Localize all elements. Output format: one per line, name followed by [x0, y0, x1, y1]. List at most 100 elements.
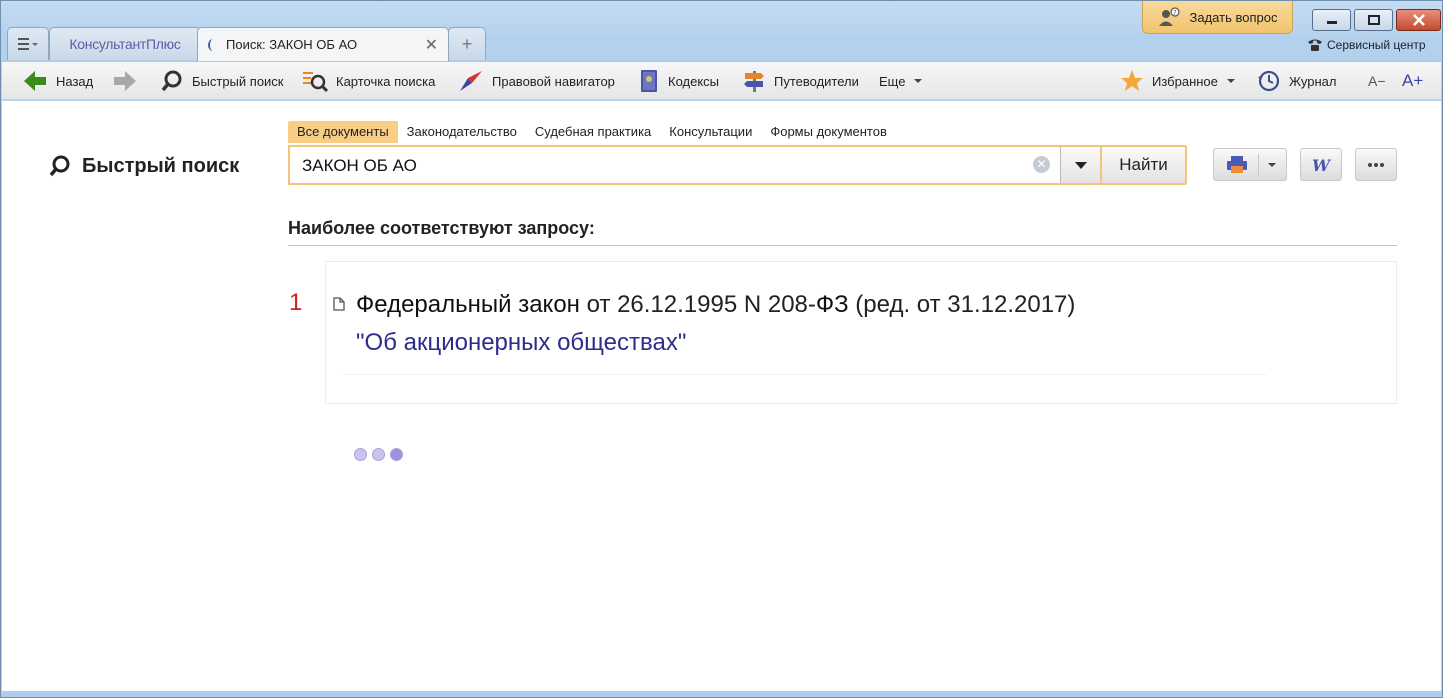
search-category-tabs: Все документы Законодательство Судебная … [288, 121, 896, 143]
consultant-person-icon: ? [1158, 7, 1180, 26]
printer-icon [1226, 155, 1247, 173]
loading-dot [390, 448, 403, 461]
export-word-button[interactable]: W [1300, 148, 1342, 181]
main-menu-button[interactable] [7, 27, 49, 60]
word-icon: W [1312, 156, 1331, 174]
search-box: ✕ [288, 145, 1100, 185]
ellipsis-icon [1368, 162, 1384, 167]
close-window-button[interactable] [1396, 9, 1441, 31]
codes-label: Кодексы [668, 73, 720, 89]
telephone-icon [1308, 39, 1322, 51]
page-title-label: Быстрый поиск [82, 154, 240, 177]
result-doc-suffix: ФЗ [815, 291, 849, 318]
result-name-prefix: "Об [356, 329, 404, 356]
compass-navigator-icon [460, 71, 482, 91]
app-window: КонсультантПлюс Поиск: ЗАКОН ОБ АО ✕ + ?… [0, 0, 1443, 698]
consultant-logo: КонсультантПлюс [69, 36, 181, 52]
hamburger-menu-icon [18, 38, 38, 50]
quick-search-label: Быстрый поиск [192, 73, 284, 89]
main-toolbar: Назад Быстрый поиск Карточка поиска Прав… [2, 61, 1441, 100]
tab-legislation[interactable]: Законодательство [398, 121, 526, 143]
document-icon [333, 297, 345, 311]
caret-down-icon [914, 79, 923, 83]
more-menu-button[interactable]: Еще [879, 68, 923, 94]
svg-text:W: W [1312, 156, 1331, 174]
result-doc-type: Федеральный закон [356, 291, 580, 318]
loading-indicator [354, 448, 403, 461]
result-name-suffix: " [677, 329, 687, 356]
loading-spinner-icon [208, 38, 218, 51]
tab-strip: КонсультантПлюс Поиск: ЗАКОН ОБ АО ✕ + [7, 27, 707, 61]
close-icon [1412, 14, 1425, 26]
magnifier-icon [161, 70, 182, 92]
page-title: Быстрый поиск [48, 154, 239, 178]
forward-button[interactable] [112, 68, 138, 94]
font-larger-button[interactable]: A+ [1402, 68, 1423, 94]
loading-dot [354, 448, 367, 461]
star-icon [1121, 70, 1143, 91]
find-button[interactable]: Найти [1100, 145, 1187, 185]
consultant-logo-tab[interactable]: КонсультантПлюс [49, 27, 201, 60]
tab-all-documents[interactable]: Все документы [288, 121, 398, 143]
tab-title: Поиск: ЗАКОН ОБ АО [226, 37, 358, 52]
caret-down-icon [1226, 79, 1235, 83]
search-card-icon [303, 72, 328, 93]
ask-question-label: Задать вопрос [1189, 9, 1278, 25]
result-name-highlight: акционерных обществах [403, 329, 678, 356]
search-input[interactable] [302, 155, 1022, 177]
loading-dot [372, 448, 385, 461]
font-smaller-button[interactable]: A− [1368, 68, 1386, 94]
legal-navigator-button[interactable]: Правовой навигатор [458, 68, 615, 94]
window-controls [1312, 9, 1441, 31]
print-button[interactable] [1213, 148, 1287, 181]
service-center-label: Сервисный центр [1327, 38, 1426, 52]
font-smaller-label: A− [1368, 73, 1386, 89]
ask-question-button[interactable]: ? Задать вопрос [1142, 1, 1293, 34]
tab-document-forms[interactable]: Формы документов [761, 121, 896, 143]
back-label: Назад [56, 73, 94, 89]
signpost-icon [744, 71, 764, 92]
minimize-button[interactable] [1312, 9, 1351, 31]
codes-book-icon [641, 70, 657, 92]
result-number: 1 [289, 289, 303, 316]
history-clock-icon [1258, 70, 1280, 92]
legal-navigator-label: Правовой навигатор [492, 73, 615, 89]
tab-consultations[interactable]: Консультации [660, 121, 761, 143]
clear-search-icon[interactable]: ✕ [1033, 156, 1050, 173]
tab-close-icon[interactable]: ✕ [425, 35, 438, 55]
maximize-button[interactable] [1354, 9, 1393, 31]
guides-button[interactable]: Путеводители [742, 68, 859, 94]
favorites-button[interactable]: Избранное [1120, 68, 1236, 94]
search-history-dropdown[interactable] [1060, 147, 1100, 183]
plus-icon: + [461, 33, 473, 54]
minimize-icon [1326, 21, 1337, 24]
magnifier-icon [49, 155, 70, 177]
journal-button[interactable]: Журнал [1257, 68, 1336, 94]
new-tab-button[interactable]: + [448, 27, 486, 60]
result-title-line[interactable]: Федеральный закон от 26.12.1995 N 208-ФЗ… [356, 291, 1075, 319]
result-doc-name-link[interactable]: "Об акционерных обществах" [356, 329, 686, 357]
arrow-left-icon [24, 71, 46, 91]
button-divider [1257, 153, 1259, 176]
codes-button[interactable]: Кодексы [638, 68, 719, 94]
main-content: Быстрый поиск Все документы Законодатель… [2, 101, 1441, 691]
journal-label: Журнал [1289, 73, 1337, 89]
caret-down-icon [1074, 162, 1087, 169]
tab-search-result[interactable]: Поиск: ЗАКОН ОБ АО ✕ [197, 27, 449, 61]
result-doc-edition: (ред. от 31.12.2017) [848, 291, 1076, 318]
result-divider [342, 374, 1267, 375]
back-button[interactable]: Назад [22, 68, 93, 94]
service-center-link[interactable]: Сервисный центр [1307, 38, 1426, 52]
maximize-icon [1367, 15, 1380, 25]
results-heading: Наиболее соответствуют запросу: [288, 218, 1397, 246]
font-larger-label: A+ [1402, 71, 1424, 90]
svg-text:?: ? [1173, 9, 1177, 17]
more-actions-button[interactable] [1355, 148, 1397, 181]
search-card-button[interactable]: Карточка поиска [302, 68, 435, 94]
more-label: Еще [879, 73, 906, 89]
favorites-label: Избранное [1152, 73, 1218, 89]
guides-label: Путеводители [774, 73, 859, 89]
quick-search-button[interactable]: Быстрый поиск [160, 68, 284, 94]
tab-court-practice[interactable]: Судебная практика [526, 121, 660, 143]
arrow-right-icon [114, 71, 136, 91]
